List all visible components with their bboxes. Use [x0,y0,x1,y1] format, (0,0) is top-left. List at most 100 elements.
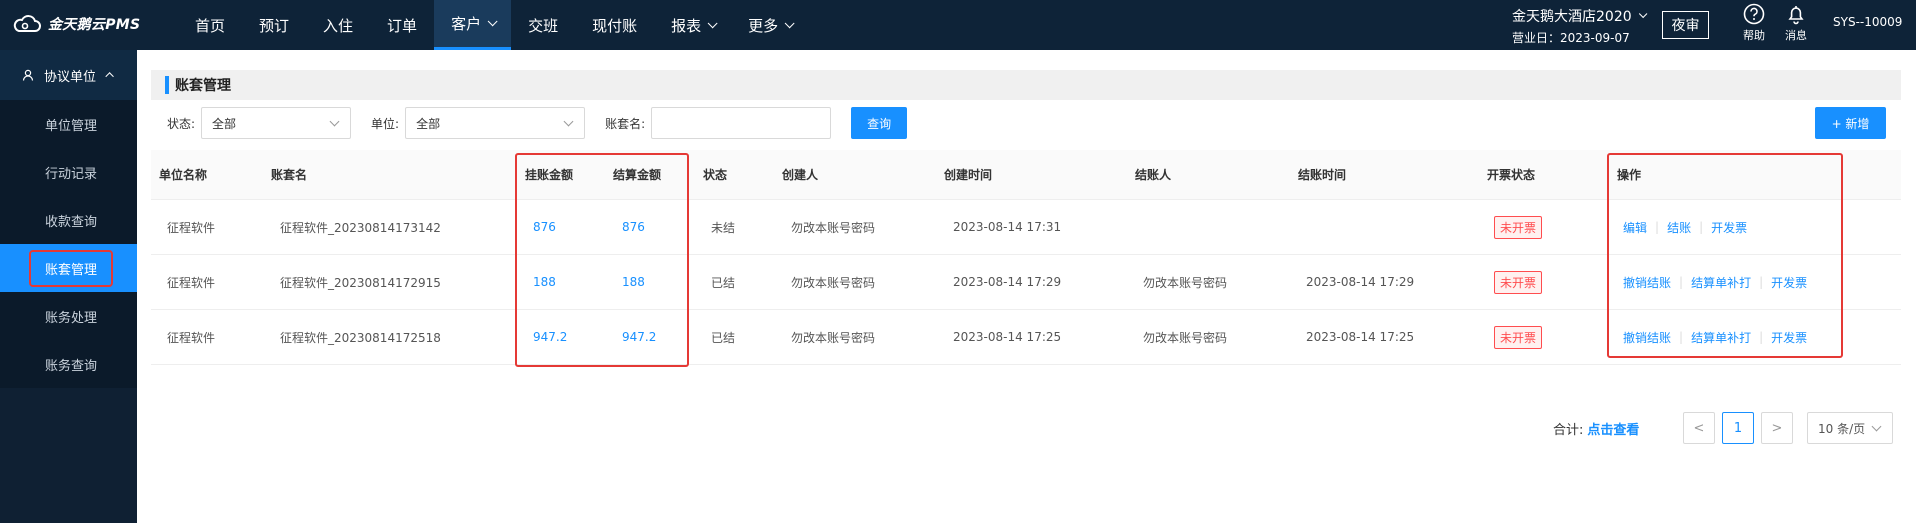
chevron-down-icon [1871,421,1882,432]
invoice-status-badge: 未开票 [1494,215,1543,239]
chevron-down-icon [563,116,574,127]
page-header: 账套管理 [151,70,1901,100]
account-name: 征程软件_20230814172518 [280,330,441,345]
nav-label: 预订 [259,16,290,35]
closed-time: 2023-08-14 17:25 [1306,330,1415,344]
sidebar-item-account-processing[interactable]: 账务处理 [0,292,137,340]
nav-label: 交班 [528,16,559,35]
sidebar-group-label: 协议单位 [44,69,97,85]
total-summary: 合计: 点击查看 [1553,419,1639,438]
sidebar-item-activity-log[interactable]: 行动记录 [0,148,137,196]
unit-name: 征程软件 [167,275,216,290]
col-account-name: 账套名 [271,168,308,182]
nav-home[interactable]: 首页 [178,0,242,50]
chevron-down-icon [329,116,340,127]
unit-select[interactable]: 全部 [405,107,586,139]
status-select[interactable]: 全部 [201,107,352,139]
help-button[interactable]: 帮助 [1734,3,1774,43]
creator: 勿改本账号密码 [791,220,876,235]
unit-name: 征程软件 [167,330,216,345]
col-status: 状态 [703,168,728,182]
nav-cash-account[interactable]: 现付账 [575,0,654,50]
sidebar-item-unit-management[interactable]: 单位管理 [0,100,137,148]
chevron-down-icon [1638,9,1648,19]
amount-columns-highlight [515,153,689,367]
account-name: 征程软件_20230814172915 [280,275,441,290]
sidebar-item-label: 收款查询 [45,214,98,230]
user-icon [22,69,34,81]
creator: 勿改本账号密码 [791,275,876,290]
unit-select-value: 全部 [416,116,441,131]
sidebar-item-account-query[interactable]: 账务查询 [0,340,137,388]
page-number-button[interactable]: 1 [1722,412,1754,444]
unit-filter-label: 单位: [371,116,400,131]
status-select-value: 全部 [212,116,237,131]
account-name: 征程软件_20230814173142 [280,220,441,235]
chevron-down-icon [707,17,718,28]
sidebar-item-label: 账务处理 [45,310,98,326]
nav-customers[interactable]: 客户 [434,0,512,50]
chevron-down-icon [784,17,795,28]
sidebar-item-label: 行动记录 [45,166,98,182]
hotel-selector[interactable]: 金天鹅大酒店2020 营业日：2023-09-07 [1512,6,1648,46]
user-account[interactable]: SYS--10009 [1833,15,1902,29]
nav-checkin[interactable]: 入住 [306,0,370,50]
next-page-button[interactable]: > [1761,412,1793,444]
page-size-select[interactable]: 10 条/页 [1807,412,1893,444]
page-size-value: 10 条/页 [1818,421,1866,436]
total-label: 合计: [1553,423,1584,438]
sidebar-item-account-set-management[interactable]: 账套管理 [0,244,137,292]
page-title: 账套管理 [175,78,231,94]
app-logo[interactable]: 金天鹅云PMS [12,13,140,35]
prev-page-button[interactable]: < [1683,412,1715,444]
title-accent-bar [165,76,169,94]
closer: 勿改本账号密码 [1143,275,1228,290]
closer: 勿改本账号密码 [1143,330,1228,345]
main-content: 账套管理 状态: 全部 单位: 全部 账套名: 查询 + 新增 单位名称 账套名… [137,50,1916,523]
query-button[interactable]: 查询 [851,107,908,139]
col-closed-time: 结账时间 [1298,168,1347,182]
bell-icon [1788,6,1804,25]
invoice-status-badge: 未开票 [1494,270,1543,294]
col-creator: 创建人 [782,168,819,182]
account-name-label: 账套名: [605,116,646,131]
nav-label: 订单 [387,16,418,35]
sidebar-item-label: 账套管理 [28,249,114,287]
sidebar-item-label: 账务查询 [45,358,98,374]
nav-label: 更多 [748,16,779,35]
main-nav: 首页 预订 入住 订单 客户 交班 现付账 报表 更多 [178,0,808,50]
sidebar: 协议单位 单位管理 行动记录 收款查询 账套管理 账务处理 账务查询 [0,50,137,523]
nav-orders[interactable]: 订单 [370,0,434,50]
status-text: 已结 [711,330,736,345]
unit-name: 征程软件 [167,220,216,235]
created-time: 2023-08-14 17:29 [953,275,1062,289]
nav-label: 客户 [451,15,482,33]
chevron-up-icon [105,72,114,81]
cloud-logo-icon [13,15,41,32]
help-label: 帮助 [1743,29,1765,42]
nav-reports[interactable]: 报表 [654,0,731,50]
nav-label: 现付账 [592,16,638,35]
nav-booking[interactable]: 预订 [242,0,306,50]
col-closer: 结账人 [1135,168,1172,182]
logo-text: 金天鹅云PMS [48,17,141,33]
night-audit-button[interactable]: 夜审 [1662,11,1709,39]
status-filter-label: 状态: [167,116,196,131]
account-set-table: 单位名称 账套名 挂账金额 结算金额 状态 创建人 创建时间 结账人 结账时间 … [151,150,1901,367]
account-name-input[interactable] [651,107,832,139]
filter-bar: 状态: 全部 单位: 全部 账套名: 查询 [167,107,908,139]
add-button[interactable]: + 新增 [1815,107,1886,139]
status-text: 已结 [711,275,736,290]
nav-more[interactable]: 更多 [731,0,808,50]
col-created-time: 创建时间 [944,168,993,182]
messages-button[interactable]: 消息 [1776,3,1816,43]
view-total-link[interactable]: 点击查看 [1587,419,1639,438]
nav-shift[interactable]: 交班 [511,0,575,50]
sidebar-item-payment-query[interactable]: 收款查询 [0,196,137,244]
created-time: 2023-08-14 17:31 [953,220,1062,234]
sidebar-group-partner-units[interactable]: 协议单位 [0,50,137,100]
created-time: 2023-08-14 17:25 [953,330,1062,344]
business-date: 营业日：2023-09-07 [1512,31,1630,45]
nav-label: 报表 [671,16,702,35]
col-invoice-status: 开票状态 [1487,168,1536,182]
